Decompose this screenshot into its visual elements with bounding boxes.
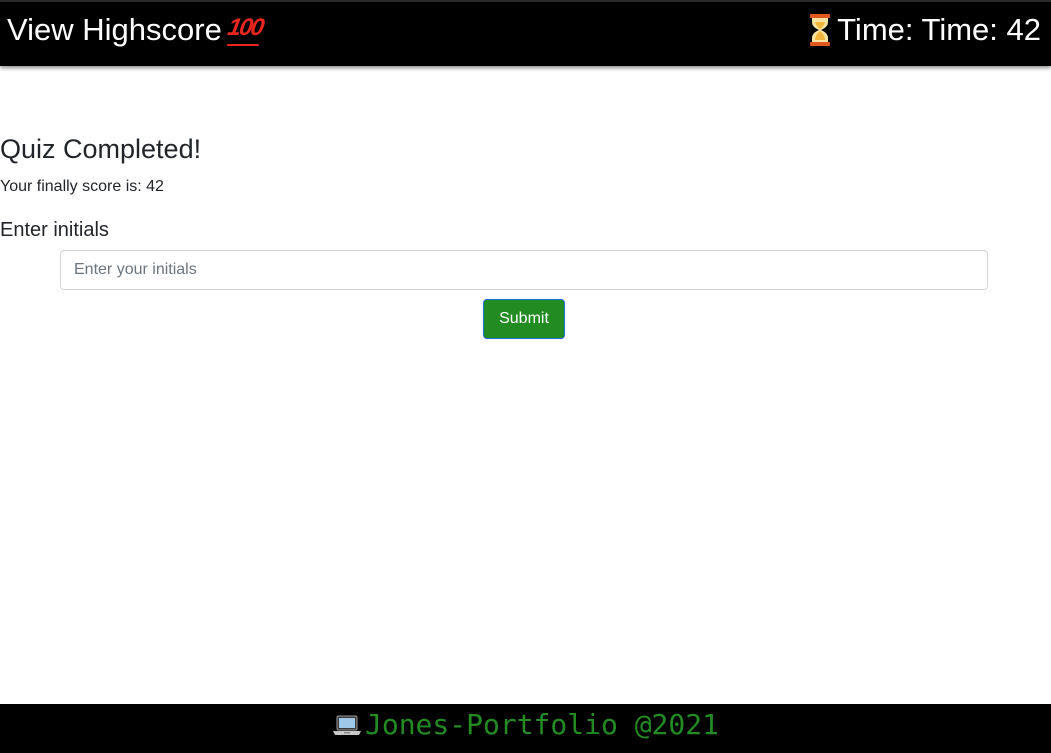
hundred-points-icon: 100 (224, 9, 265, 47)
timer-label: Time: Time: 42 (837, 12, 1041, 47)
timer: Time: Time: 42 (809, 11, 1041, 49)
hourglass-icon (810, 14, 831, 46)
footer: Jones-Portfolio @2021 (0, 704, 1051, 753)
laptop-icon (332, 715, 361, 735)
quiz-title: Quiz Completed! (0, 134, 202, 164)
final-score-text: Your finally score is: 42 (0, 178, 164, 195)
view-highscore-link[interactable]: View Highscore 100 (7, 9, 265, 49)
footer-text: Jones-Portfolio @2021 (364, 708, 719, 741)
footer-content: Jones-Portfolio @2021 (332, 708, 719, 741)
submit-button[interactable]: Submit (483, 299, 565, 339)
initials-input[interactable] (60, 250, 988, 290)
top-nav-bar: View Highscore 100 Time: Time: 42 (0, 0, 1051, 66)
view-highscore-label: View Highscore (7, 12, 222, 47)
initials-label: Enter initials (0, 219, 109, 241)
top-border-line (0, 0, 1051, 2)
